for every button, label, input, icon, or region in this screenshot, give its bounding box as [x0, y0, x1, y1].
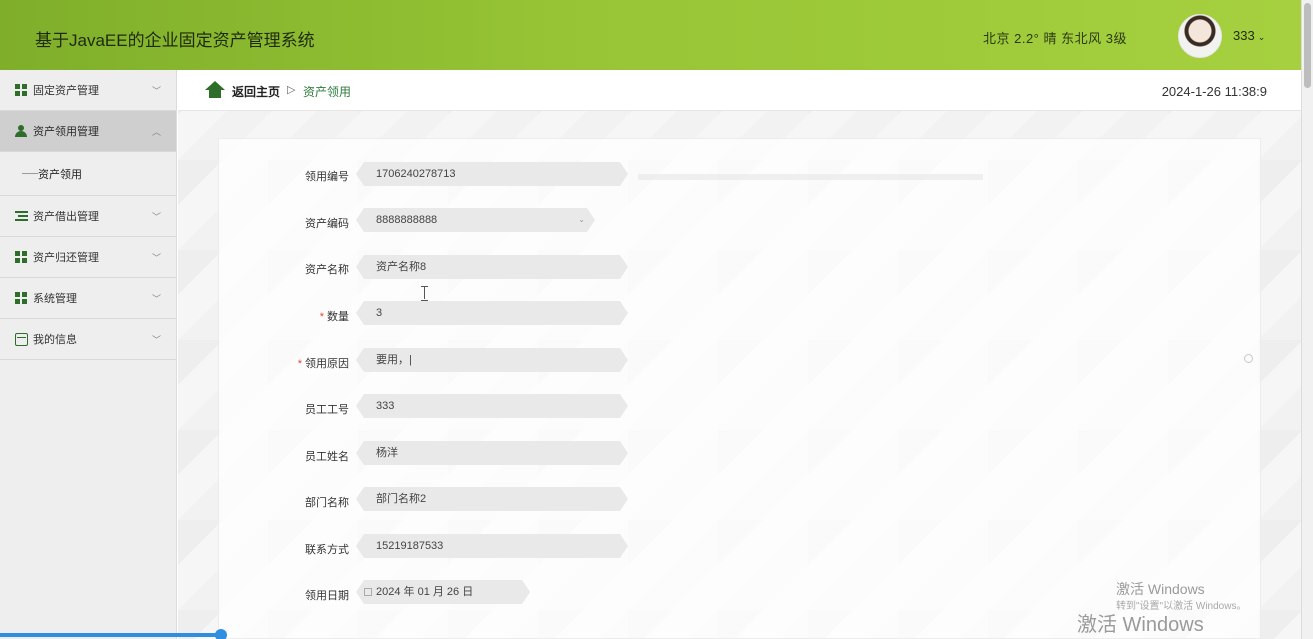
- sidebar-item-label: 我的信息: [33, 334, 77, 346]
- chevron-down-icon: ﹀: [151, 294, 161, 304]
- scrollbar-thumb[interactable]: [1304, 3, 1311, 88]
- list-icon: [15, 209, 28, 223]
- decorative-line: [638, 174, 983, 180]
- sidebar-item-system[interactable]: 系统管理 ﹀: [0, 278, 176, 319]
- required-marker: *: [319, 311, 324, 323]
- employee-name-field[interactable]: 杨洋: [356, 441, 628, 465]
- user-name: 333: [1233, 28, 1255, 43]
- chevron-down-icon: ﹀: [151, 335, 161, 345]
- label-quantity: * 数量: [319, 311, 349, 323]
- contact-field[interactable]: 15219187533: [356, 534, 628, 558]
- chevron-down-icon: ⌄: [578, 215, 585, 224]
- label-employee-name: 员工姓名: [305, 451, 349, 463]
- user-menu[interactable]: 333 ⌄: [1233, 28, 1265, 43]
- back-home-link[interactable]: 返回主页: [232, 83, 280, 100]
- id-card-icon: [15, 332, 28, 346]
- sidebar-item-label: 资产归还管理: [33, 252, 99, 264]
- progress-knob: [215, 629, 227, 639]
- person-icon: [15, 124, 28, 138]
- chevron-up-icon: ︿: [151, 127, 161, 137]
- sidebar-item-label: 系统管理: [33, 293, 77, 305]
- grid-icon: [15, 291, 28, 305]
- main-content: 返回主页 ▷ 资产领用 2024-1-26 11:38:9 领用编号 17062…: [178, 70, 1301, 639]
- requisition-no-field[interactable]: 1706240278713: [356, 162, 628, 186]
- text-cursor-icon: [421, 286, 429, 301]
- grid-icon: [15, 250, 28, 264]
- breadcrumb: 返回主页 ▷ 资产领用 2024-1-26 11:38:9: [178, 70, 1301, 111]
- sidebar-item-asset-lending[interactable]: 资产借出管理 ﹀: [0, 196, 176, 237]
- home-icon[interactable]: [205, 81, 225, 99]
- sidebar-item-label: 资产领用管理: [33, 126, 99, 138]
- clock: 2024-1-26 11:38:9: [1161, 84, 1267, 99]
- label-requisition-no: 领用编号: [305, 171, 349, 183]
- sidebar: 固定资产管理 ﹀ 资产领用管理 ︿ 资产领用 资产借出管理 ﹀ 资产归还管理 ﹀…: [0, 70, 177, 639]
- reason-field[interactable]: 要用，|: [356, 348, 628, 372]
- sidebar-item-label: 固定资产管理: [33, 85, 99, 97]
- sidebar-item-fixed-assets[interactable]: 固定资产管理 ﹀: [0, 70, 176, 111]
- loading-progress-bar: [0, 629, 227, 639]
- app-title: 基于JavaEE的企业固定资产管理系统: [35, 31, 315, 50]
- label-employee-no: 员工工号: [305, 404, 349, 416]
- sidebar-item-label: 资产借出管理: [33, 211, 99, 223]
- weather-info: 北京 2.2° 晴 东北风 3级: [983, 31, 1127, 46]
- required-marker: *: [297, 358, 302, 370]
- calendar-icon: [364, 588, 372, 596]
- sidebar-item-asset-return[interactable]: 资产归还管理 ﹀: [0, 237, 176, 278]
- activate-windows-watermark-large: 激活 Windows: [1077, 614, 1204, 636]
- employee-no-field[interactable]: 333: [356, 394, 628, 418]
- activate-windows-watermark: 激活 Windows: [1116, 581, 1205, 597]
- page-scrollbar[interactable]: [1301, 0, 1313, 639]
- tree-line: [22, 173, 38, 174]
- label-asset-name: 资产名称: [305, 264, 349, 276]
- label-contact: 联系方式: [305, 544, 349, 556]
- sidebar-subitem-label: 资产领用: [38, 168, 82, 181]
- grid-icon: [15, 83, 28, 97]
- breadcrumb-separator: ▷: [287, 84, 296, 96]
- circle-icon: [1244, 354, 1253, 363]
- chevron-down-icon: ⌄: [1257, 32, 1266, 42]
- top-header: 基于JavaEE的企业固定资产管理系统 北京 2.2° 晴 东北风 3级 333…: [0, 0, 1301, 70]
- breadcrumb-current: 资产领用: [303, 85, 352, 99]
- sidebar-item-my-info[interactable]: 我的信息 ﹀: [0, 319, 176, 360]
- chevron-down-icon: ﹀: [151, 253, 161, 263]
- chevron-down-icon: ﹀: [151, 212, 161, 222]
- label-asset-code: 资产编码: [305, 218, 349, 230]
- label-department: 部门名称: [305, 497, 349, 509]
- label-reason: * 领用原因: [297, 358, 349, 370]
- label-date: 领用日期: [305, 590, 349, 602]
- chevron-down-icon: ﹀: [151, 86, 161, 96]
- sidebar-subitem-requisition[interactable]: 资产领用: [0, 152, 176, 196]
- quantity-field[interactable]: 3: [356, 301, 628, 325]
- department-field[interactable]: 部门名称2: [356, 487, 628, 511]
- date-picker[interactable]: 2024 年 01 月 26 日: [356, 580, 530, 604]
- asset-name-field[interactable]: 资产名称8: [356, 255, 628, 279]
- avatar[interactable]: [1178, 14, 1222, 58]
- asset-code-select[interactable]: 8888888888 ⌄: [356, 208, 595, 232]
- sidebar-item-asset-requisition[interactable]: 资产领用管理 ︿: [0, 111, 176, 152]
